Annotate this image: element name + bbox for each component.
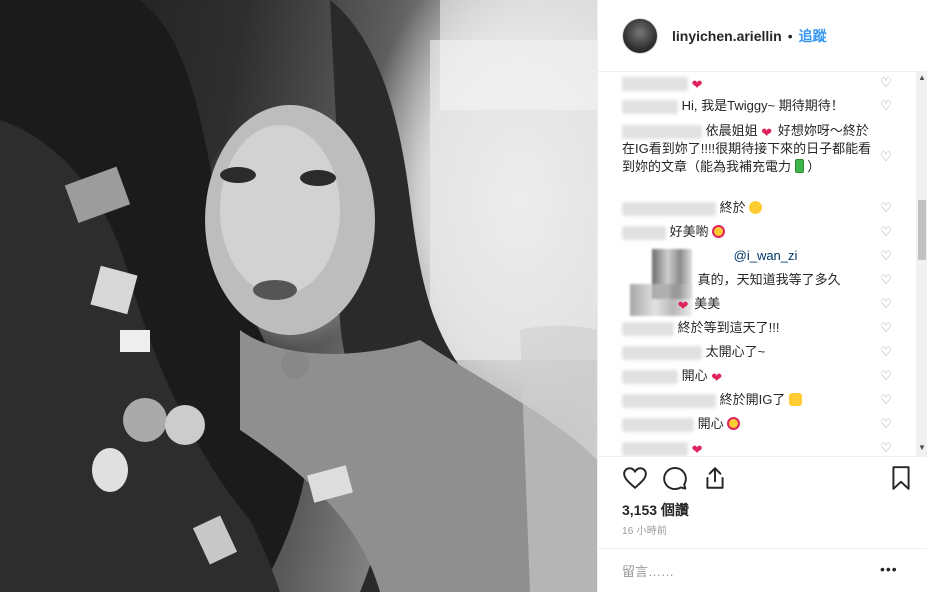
comment-text-end: ） [807, 159, 821, 174]
red-heart-icon: ❤ [677, 298, 689, 313]
comment-like-heart-icon[interactable]: ♡ [880, 201, 892, 214]
comment-text: 開心 [697, 416, 724, 431]
blurred-username [622, 393, 716, 408]
comment-like-heart-icon[interactable]: ♡ [880, 249, 892, 262]
red-heart-icon: ❤ [711, 370, 723, 385]
photo-artwork [0, 0, 597, 592]
blurred-username [622, 441, 688, 456]
comments-scrollbar[interactable]: ▲ ▼ [916, 72, 927, 456]
comment-item: 依晨姐姐 ❤ 好想妳呀～終於在IG看到妳了!!!!很期待接下來的日子都能看到妳的… [622, 122, 872, 176]
battery-icon [794, 159, 804, 173]
add-comment-section: ••• [598, 548, 927, 592]
rofl-face-icon [749, 201, 763, 214]
follow-button[interactable]: 追蹤 [799, 26, 827, 46]
comment-like-heart-icon[interactable]: ♡ [880, 273, 892, 286]
comment-like-heart-icon[interactable]: ♡ [880, 150, 892, 163]
blurred-username [622, 321, 674, 336]
scrollbar-thumb[interactable] [918, 200, 926, 260]
comment-text: 美美 [694, 296, 721, 311]
post-photo[interactable] [0, 0, 597, 592]
comment-like-heart-icon[interactable]: ♡ [880, 369, 892, 382]
comment-like-heart-icon[interactable]: ♡ [880, 321, 892, 334]
blurred-username [622, 124, 702, 139]
star-struck-face-icon [712, 225, 726, 238]
blurred-username [622, 345, 702, 360]
star-struck-face-icon [727, 417, 741, 430]
raised-hands-icon [788, 393, 802, 406]
comment-item: 太開心了~ [622, 343, 892, 361]
avatar[interactable] [622, 17, 658, 54]
comment-item: 真的，天知道我等了多久 [622, 271, 892, 289]
share-upload-icon[interactable] [702, 465, 728, 491]
blurred-username [622, 76, 688, 91]
post-sidebar: linyichen.ariellin • 追蹤 ❤ ♡ Hi, 我是Twiggy… [597, 0, 927, 592]
comment-text: 終於等到這天了!!! [677, 320, 780, 335]
comment-text: 終於 [719, 200, 746, 215]
username-link[interactable]: linyichen.ariellin [672, 28, 782, 44]
comment-like-heart-icon[interactable]: ♡ [880, 225, 892, 238]
comment-item: @i_wan_zi [622, 247, 892, 265]
post-header: linyichen.ariellin • 追蹤 [598, 0, 927, 72]
comment-text: 太開心了~ [705, 344, 766, 359]
comment-item: 好美喲 [622, 223, 892, 241]
post-actions-bar [598, 456, 927, 496]
likes-count[interactable]: 3,153 個讚 [622, 500, 689, 520]
blurred-username [622, 201, 716, 216]
comment-item: ❤ 美美 [622, 295, 892, 313]
comment-like-heart-icon[interactable]: ♡ [880, 297, 892, 310]
comment-bubble-icon[interactable] [662, 465, 688, 491]
comments-list[interactable]: ❤ ♡ Hi, 我是Twiggy~ 期待期待！ ♡ 依晨姐姐 ❤ 好想妳呀～終於… [598, 72, 914, 456]
instagram-post-view: linyichen.ariellin • 追蹤 ❤ ♡ Hi, 我是Twiggy… [0, 0, 927, 592]
blurred-username [622, 369, 678, 384]
comment-text: 依晨姐姐 [705, 123, 758, 138]
bookmark-icon[interactable] [888, 465, 914, 491]
comment-like-heart-icon[interactable]: ♡ [880, 417, 892, 430]
comment-item: Hi, 我是Twiggy~ 期待期待！ [622, 97, 892, 115]
comment-item: ❤ [622, 74, 892, 92]
red-heart-icon: ❤ [691, 442, 703, 456]
comment-text: 真的，天知道我等了多久 [697, 272, 841, 287]
comment-like-heart-icon[interactable]: ♡ [880, 345, 892, 358]
comment-text: 好美喲 [669, 224, 713, 239]
comment-item: 終於等到這天了!!! [622, 319, 892, 337]
more-options-button[interactable]: ••• [880, 561, 898, 577]
comment-like-heart-icon[interactable]: ♡ [880, 441, 892, 454]
post-timestamp[interactable]: 16 小時前 [622, 522, 667, 537]
comment-text: 終於開IG了 [719, 392, 786, 407]
comment-text: Hi, 我是Twiggy~ 期待期待！ [681, 98, 844, 113]
comment-input[interactable] [622, 561, 862, 581]
comment-item: 開心 ❤ [622, 367, 892, 385]
red-heart-icon: ❤ [691, 77, 703, 92]
scroll-up-arrow-icon[interactable]: ▲ [918, 74, 926, 82]
blurred-username [622, 225, 666, 240]
blurred-username [622, 99, 678, 114]
comment-item: 終於開IG了 [622, 391, 892, 409]
comment-like-heart-icon[interactable]: ♡ [880, 393, 892, 406]
comment-item: 開心 [622, 415, 892, 433]
red-heart-icon: ❤ [761, 125, 773, 140]
heart-outline-icon[interactable] [622, 465, 648, 491]
header-separator: • [787, 27, 793, 44]
comment-like-heart-icon[interactable]: ♡ [880, 99, 892, 112]
comment-like-heart-icon[interactable]: ♡ [880, 76, 892, 89]
comment-item: ❤ [622, 439, 892, 456]
comment-item: 終於 [622, 199, 892, 217]
scroll-down-arrow-icon[interactable]: ▼ [918, 444, 926, 452]
comment-text: 開心 [681, 368, 708, 383]
comment-mention-link[interactable]: @i_wan_zi [734, 248, 798, 263]
blurred-username [622, 417, 694, 432]
